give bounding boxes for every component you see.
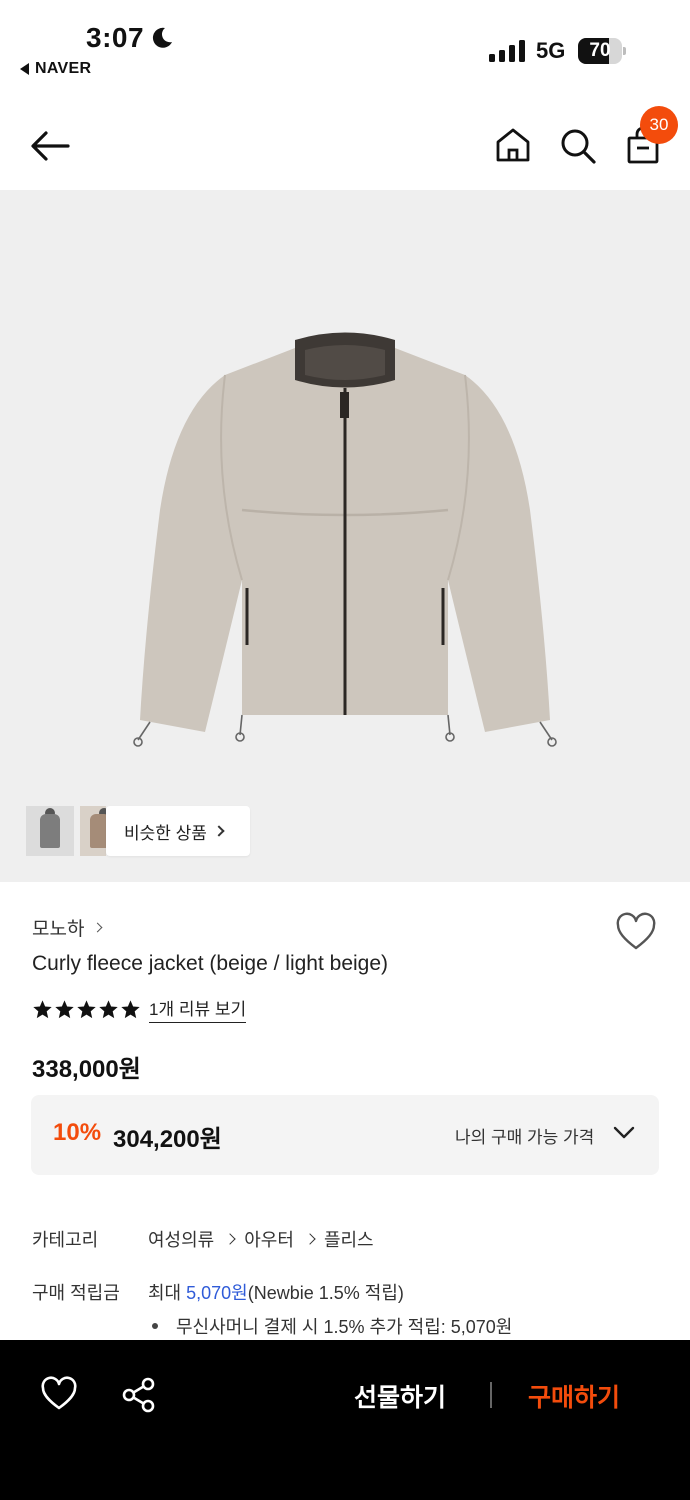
thumbnail-1[interactable]	[26, 806, 74, 856]
moon-icon	[152, 27, 172, 48]
star-icon	[77, 999, 96, 1018]
clock: 3:07	[86, 22, 145, 53]
points-amount: 5,070원	[186, 1283, 248, 1303]
status-bar: 3:07 NAVER 5G 70	[0, 0, 690, 90]
signal-icon	[489, 40, 525, 62]
rating-stars	[32, 999, 141, 1020]
my-price-label: 나의 구매 가능 가격	[455, 1128, 595, 1147]
my-price-box[interactable]: 10% 304,200원 나의 구매 가능 가격	[31, 1095, 659, 1175]
battery-percent: 70	[589, 40, 611, 61]
top-nav	[0, 100, 690, 190]
category-breadcrumb: 여성의류 아우터 플리스	[148, 1226, 374, 1252]
search-icon[interactable]	[558, 126, 598, 166]
network-label: 5G	[536, 38, 566, 63]
divider	[490, 1382, 492, 1408]
chevron-right-icon	[304, 1233, 316, 1245]
discount-rate: 10%	[53, 1119, 102, 1146]
back-app-label: NAVER	[35, 60, 92, 77]
points-bullet: 무신사머니 결제 시 1.5% 추가 적립: 5,070원	[152, 1313, 512, 1339]
gift-button[interactable]: 선물하기	[354, 1378, 446, 1414]
review-link[interactable]: 1개 리뷰 보기	[149, 995, 247, 1023]
category-item[interactable]: 여성의류	[148, 1226, 214, 1252]
back-triangle-icon	[20, 63, 29, 75]
back-to-app-link[interactable]: NAVER	[20, 60, 91, 78]
wishlist-heart-icon[interactable]	[614, 910, 658, 954]
bullet-dot	[152, 1323, 158, 1329]
home-icon[interactable]	[494, 126, 532, 164]
share-icon[interactable]	[120, 1376, 158, 1414]
original-price: 338,000원	[32, 1056, 141, 1083]
points-value: 최대 5,070원 (Newbie 1.5% 적립)	[148, 1279, 404, 1305]
category-item[interactable]: 플리스	[324, 1226, 374, 1252]
chevron-right-icon	[224, 1233, 236, 1245]
jacket-illustration	[133, 332, 557, 747]
category-label: 카테고리	[32, 1230, 99, 1250]
chevron-right-icon	[213, 825, 225, 837]
chevron-down-icon	[613, 1126, 635, 1139]
buy-button[interactable]: 구매하기	[528, 1378, 620, 1414]
star-icon	[55, 999, 74, 1018]
chevron-right-icon	[93, 922, 103, 933]
thumbnail-2[interactable]	[80, 806, 106, 856]
discount-price: 304,200원	[113, 1126, 222, 1153]
heart-icon[interactable]	[40, 1376, 78, 1412]
product-title: Curly fleece jacket (beige / light beige…	[32, 952, 389, 975]
points-label: 구매 적립금	[32, 1283, 120, 1303]
cart-count-badge: 30	[640, 106, 678, 144]
points-suffix: (Newbie 1.5% 적립)	[247, 1283, 404, 1303]
star-icon	[33, 999, 52, 1018]
back-arrow-icon[interactable]	[28, 126, 72, 166]
bottom-action-bar: 선물하기 구매하기	[0, 1340, 690, 1500]
points-bullet-text: 무신사머니 결제 시 1.5% 추가 적립: 5,070원	[176, 1317, 513, 1337]
category-item[interactable]: 아우터	[244, 1226, 294, 1252]
brand-name: 모노하	[32, 919, 85, 940]
star-icon	[121, 999, 140, 1018]
brand-link[interactable]: 모노하	[32, 914, 103, 941]
points-prefix: 최대	[148, 1283, 182, 1303]
thumbnail-strip	[26, 806, 112, 856]
battery-icon: 70	[578, 38, 626, 64]
similar-products-label: 비슷한 상품	[124, 823, 207, 843]
star-icon	[99, 999, 118, 1018]
product-image[interactable]: 비슷한 상품	[0, 190, 690, 882]
similar-products-button[interactable]: 비슷한 상품	[106, 806, 250, 856]
rating: 1개 리뷰 보기	[32, 995, 247, 1023]
